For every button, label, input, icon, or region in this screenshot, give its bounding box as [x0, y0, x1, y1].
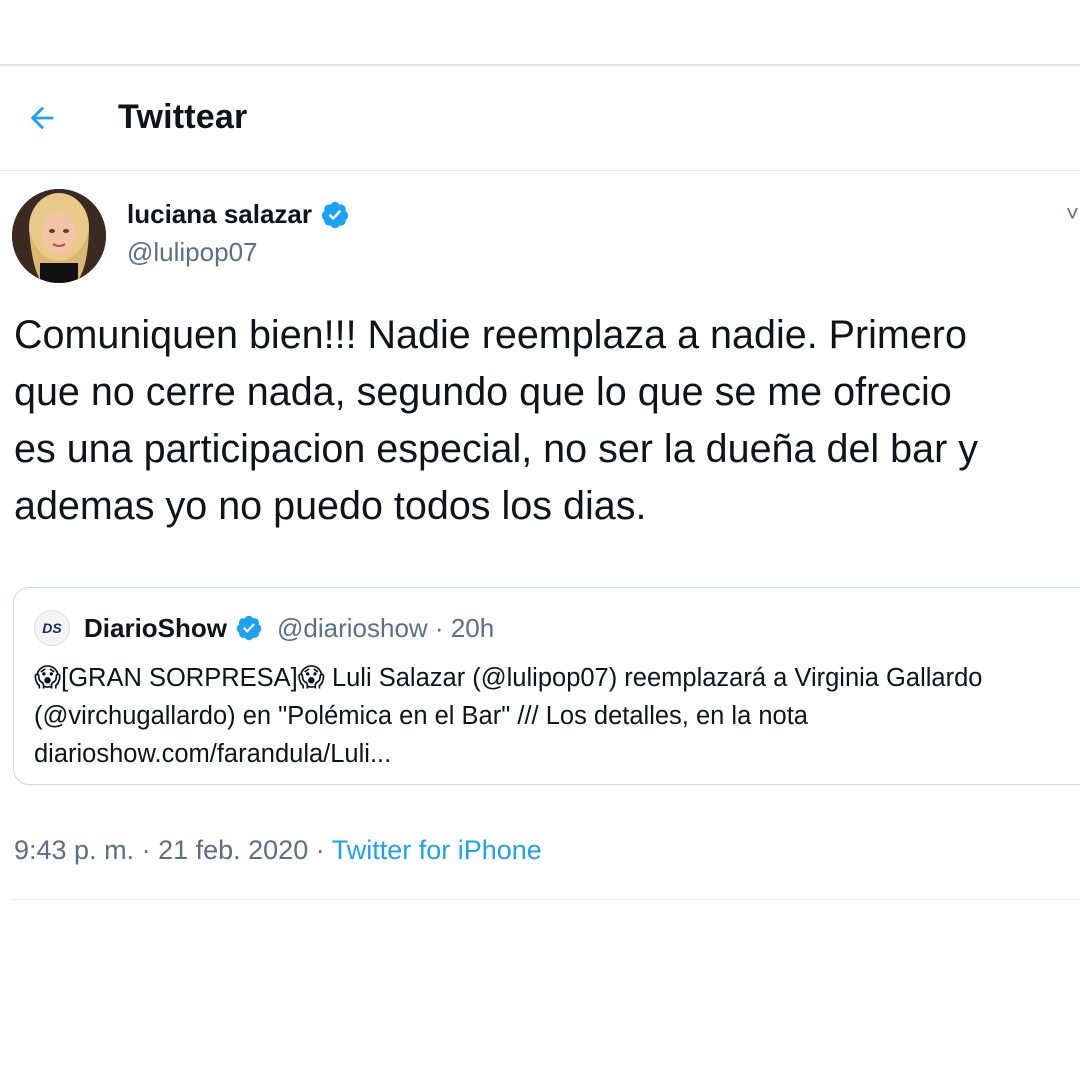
- author-name[interactable]: luciana salazar: [127, 199, 350, 230]
- arrow-left-icon: [30, 106, 54, 130]
- screaming-face-emoji: 😱: [34, 662, 62, 692]
- quoted-tweet-text: 😱[GRAN SORPRESA]😱 Luli Salazar (@lulipop…: [34, 658, 1080, 773]
- screaming-face-emoji: 😱: [297, 662, 325, 692]
- verified-badge-icon: [236, 615, 262, 641]
- chevron-down-icon[interactable]: ˅: [1066, 201, 1079, 227]
- back-button[interactable]: [18, 94, 66, 142]
- tweet-date[interactable]: 21 feb. 2020: [158, 835, 308, 865]
- tweet-source-link[interactable]: Twitter for iPhone: [332, 835, 542, 865]
- diarioshow-logo: DS: [34, 610, 70, 646]
- quoted-tweet-link[interactable]: diarioshow.com/farandula/Luli...: [34, 740, 391, 768]
- quoted-tweet[interactable]: DS DiarioShow @diarioshow · 20h 😱[GRAN S…: [13, 587, 1080, 785]
- author-handle[interactable]: @lulipop07: [127, 237, 257, 268]
- quoted-author-name: DiarioShow: [84, 612, 228, 643]
- tweet-time[interactable]: 9:43 p. m.: [14, 835, 134, 865]
- author-name-label: luciana salazar: [127, 199, 312, 229]
- avatar[interactable]: [12, 189, 106, 283]
- quoted-tweet-header: DS DiarioShow @diarioshow · 20h: [34, 610, 494, 646]
- tweet-page: Twittear luciana salazar @lulipop07 ˅ Co…: [0, 0, 1080, 1080]
- divider: [12, 899, 1080, 900]
- header-bar: Twittear: [0, 66, 1080, 171]
- verified-badge-icon: [321, 201, 349, 228]
- quoted-author-handle: @diarioshow · 20h: [277, 612, 495, 643]
- tweet-metadata: 9:43 p. m. · 21 feb. 2020 · Twitter for …: [14, 835, 542, 865]
- quoted-tweet-age: 20h: [450, 612, 495, 643]
- tweet-text: Comuniquen bien!!! Nadie reemplaza a nad…: [14, 313, 978, 528]
- page-title: Twittear: [118, 98, 248, 136]
